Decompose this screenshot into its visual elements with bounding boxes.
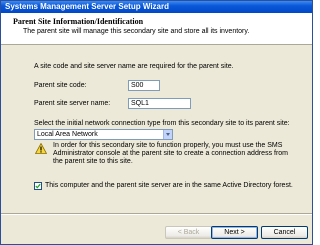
page-title: Parent Site Information/Identification bbox=[13, 17, 144, 26]
warning-icon bbox=[35, 143, 47, 154]
intro-text: A site code and site server name are req… bbox=[34, 63, 234, 70]
chevron-down-icon[interactable] bbox=[163, 130, 172, 139]
connection-type-select[interactable]: Local Area Network bbox=[34, 129, 173, 140]
window-title: Systems Management Server Setup Wizard bbox=[5, 2, 169, 11]
site-code-label: Parent site code: bbox=[34, 82, 87, 89]
wizard-window: Systems Management Server Setup Wizard P… bbox=[0, 0, 313, 245]
cancel-button[interactable]: Cancel bbox=[261, 226, 308, 239]
server-name-label: Parent site server name: bbox=[34, 100, 111, 107]
page-subtitle: The parent site will manage this seconda… bbox=[23, 28, 250, 35]
checkmark-icon bbox=[35, 183, 41, 189]
connection-type-label: Select the initial network connection ty… bbox=[34, 120, 290, 127]
site-code-field[interactable]: S00 bbox=[128, 80, 160, 91]
back-button[interactable]: < Back bbox=[165, 226, 212, 239]
footer-divider bbox=[1, 213, 312, 215]
connection-type-value: Local Area Network bbox=[37, 131, 98, 138]
wizard-header: Parent Site Information/Identification T… bbox=[1, 13, 312, 45]
warning-note: In order for this secondary site to func… bbox=[53, 142, 289, 165]
server-name-field[interactable]: SQL1 bbox=[128, 98, 191, 109]
ad-forest-label: This computer and the parent site server… bbox=[45, 182, 293, 189]
title-bar[interactable]: Systems Management Server Setup Wizard bbox=[1, 1, 312, 13]
next-button[interactable]: Next > bbox=[211, 226, 258, 239]
ad-forest-checkbox[interactable] bbox=[34, 182, 42, 190]
